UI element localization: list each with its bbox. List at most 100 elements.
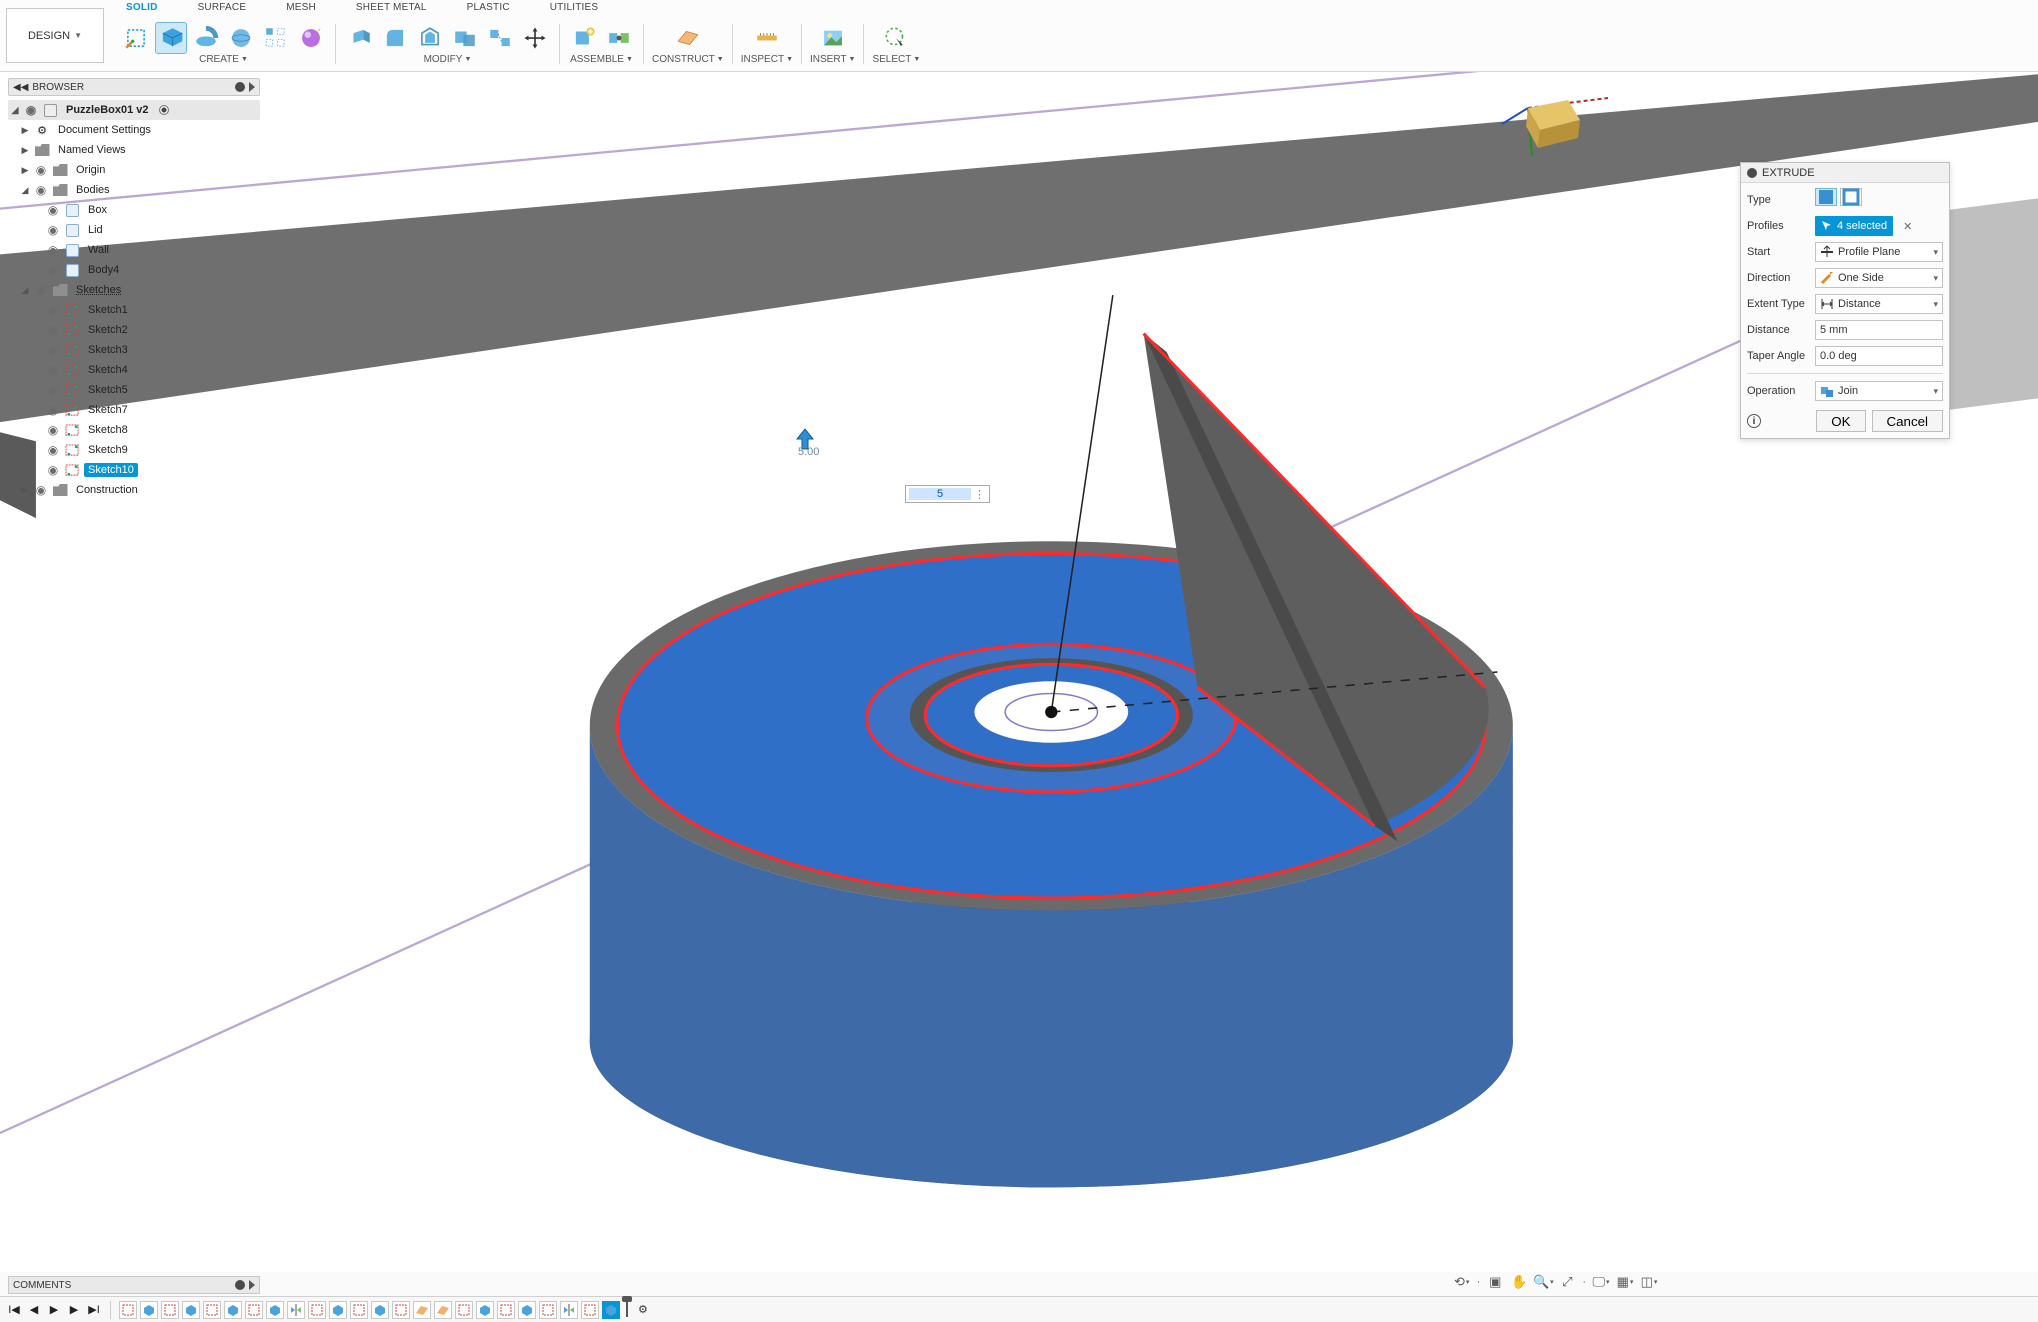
- tree-row[interactable]: ◉Body4: [8, 260, 260, 280]
- timeline-feature[interactable]: [371, 1301, 389, 1319]
- fit-icon[interactable]: ⤢: [1558, 1273, 1576, 1291]
- timeline-feature[interactable]: [455, 1301, 473, 1319]
- extrude-type-solid[interactable]: [1815, 188, 1837, 206]
- tree-row[interactable]: ◉Sketch3: [8, 340, 260, 360]
- chevron-right-icon[interactable]: ▶: [20, 125, 30, 136]
- measure-icon[interactable]: [751, 22, 783, 54]
- workspace-switcher[interactable]: DESIGN ▼: [6, 8, 104, 63]
- on-canvas-input-menu-icon[interactable]: ⋮: [974, 488, 986, 501]
- operation-dropdown[interactable]: Join: [1815, 381, 1943, 401]
- on-canvas-distance-input[interactable]: 5 ⋮: [905, 485, 990, 503]
- timeline-feature[interactable]: [539, 1301, 557, 1319]
- on-canvas-distance-value[interactable]: 5: [909, 488, 971, 500]
- timeline-feature[interactable]: [308, 1301, 326, 1319]
- extrude-panel-title[interactable]: EXTRUDE: [1741, 163, 1949, 183]
- timeline-feature[interactable]: [581, 1301, 599, 1319]
- move-icon[interactable]: [519, 22, 551, 54]
- tab-utilities[interactable]: UTILITIES: [550, 2, 598, 13]
- revolve-icon[interactable]: [190, 22, 222, 54]
- visibility-icon[interactable]: ◉: [34, 183, 48, 197]
- comments-pin-icon[interactable]: [235, 1280, 245, 1290]
- insert-decal-icon[interactable]: [817, 22, 849, 54]
- combine-icon[interactable]: [449, 22, 481, 54]
- timeline-feature[interactable]: [119, 1301, 137, 1319]
- visibility-icon[interactable]: ◉: [24, 103, 38, 117]
- viewport[interactable]: 5.00 5 ⋮ EXTRUDE Type Profiles 4 selecte…: [0, 72, 2038, 1272]
- timeline-feature[interactable]: [245, 1301, 263, 1319]
- direction-dropdown[interactable]: One Side: [1815, 268, 1943, 288]
- visibility-icon[interactable]: ◉: [46, 463, 60, 477]
- select-tool-icon[interactable]: [880, 22, 912, 54]
- chevron-down-icon[interactable]: ◢: [20, 185, 30, 196]
- tree-row[interactable]: ▶⚙Document Settings: [8, 120, 260, 140]
- timeline-feature[interactable]: [161, 1301, 179, 1319]
- collapse-icon[interactable]: [1747, 168, 1757, 178]
- pan-icon[interactable]: ✋: [1510, 1273, 1528, 1291]
- extrude-type-thin[interactable]: [1840, 188, 1862, 206]
- tree-row[interactable]: ◉Box: [8, 200, 260, 220]
- sphere-icon[interactable]: [225, 22, 257, 54]
- tree-row[interactable]: ◉Sketch1: [8, 300, 260, 320]
- timeline-feature[interactable]: [476, 1301, 494, 1319]
- tree-row[interactable]: ◉Sketch10: [8, 460, 260, 480]
- distance-input[interactable]: 5 mm: [1815, 320, 1943, 340]
- viewports-icon[interactable]: ◫: [1640, 1273, 1658, 1291]
- zoom-icon[interactable]: 🔍: [1534, 1273, 1552, 1291]
- tree-row[interactable]: ▶◉Construction: [8, 480, 260, 500]
- cancel-button[interactable]: Cancel: [1872, 410, 1944, 432]
- grid-settings-icon[interactable]: ▦: [1616, 1273, 1634, 1291]
- timeline-feature[interactable]: [203, 1301, 221, 1319]
- visibility-icon[interactable]: ◉: [46, 203, 60, 217]
- group-select[interactable]: SELECT▼: [872, 54, 920, 65]
- timeline-feature[interactable]: [140, 1301, 158, 1319]
- activate-radio[interactable]: [159, 105, 169, 115]
- tree-row[interactable]: ◉Sketch8: [8, 420, 260, 440]
- taper-input[interactable]: 0.0 deg: [1815, 346, 1943, 366]
- tree-row[interactable]: ◢◉Bodies: [8, 180, 260, 200]
- visibility-icon[interactable]: ◉: [46, 303, 60, 317]
- visibility-icon[interactable]: ◉: [46, 343, 60, 357]
- tree-row[interactable]: ▶◉Origin: [8, 160, 260, 180]
- ok-button[interactable]: OK: [1816, 410, 1865, 432]
- new-component-icon[interactable]: [568, 22, 600, 54]
- visibility-icon[interactable]: ◉: [46, 223, 60, 237]
- pattern-icon[interactable]: [260, 22, 292, 54]
- timeline-prev-icon[interactable]: ◀: [26, 1302, 42, 1318]
- orbit-icon[interactable]: ⟲: [1453, 1273, 1471, 1291]
- visibility-icon[interactable]: ◉: [46, 243, 60, 257]
- start-dropdown[interactable]: Profile Plane: [1815, 242, 1943, 262]
- tree-row[interactable]: ◢◉PuzzleBox01 v2: [8, 100, 260, 120]
- group-create[interactable]: CREATE▼: [199, 54, 248, 65]
- look-at-icon[interactable]: ▣: [1486, 1273, 1504, 1291]
- viewcube[interactable]: [1498, 78, 1618, 158]
- shell-icon[interactable]: [414, 22, 446, 54]
- tab-sheet-metal[interactable]: SHEET METAL: [356, 2, 427, 13]
- joint-icon[interactable]: [603, 22, 635, 54]
- timeline-settings-icon[interactable]: ⚙: [638, 1303, 648, 1316]
- visibility-icon[interactable]: ◉: [46, 403, 60, 417]
- visibility-icon[interactable]: ◉: [34, 483, 48, 497]
- fillet-icon[interactable]: [379, 22, 411, 54]
- chevron-down-icon[interactable]: ◢: [10, 105, 20, 116]
- visibility-icon[interactable]: ◉: [46, 363, 60, 377]
- tree-row[interactable]: ◢◉Sketches: [8, 280, 260, 300]
- display-settings-icon[interactable]: 🖵: [1592, 1273, 1610, 1291]
- timeline-feature[interactable]: [518, 1301, 536, 1319]
- group-insert[interactable]: INSERT▼: [810, 54, 855, 65]
- tree-row[interactable]: ▶Named Views: [8, 140, 260, 160]
- extrude-icon[interactable]: [155, 22, 187, 54]
- browser-expand-icon[interactable]: [249, 82, 255, 92]
- construct-plane-icon[interactable]: [672, 22, 704, 54]
- press-pull-icon[interactable]: [344, 22, 376, 54]
- timeline-feature[interactable]: [287, 1301, 305, 1319]
- visibility-icon[interactable]: ◉: [34, 283, 48, 297]
- tree-row[interactable]: ◉Lid: [8, 220, 260, 240]
- timeline-next-icon[interactable]: ▶: [66, 1302, 82, 1318]
- timeline-feature[interactable]: [329, 1301, 347, 1319]
- visibility-icon[interactable]: ◉: [46, 443, 60, 457]
- timeline-feature[interactable]: [413, 1301, 431, 1319]
- timeline-marker[interactable]: [624, 1299, 630, 1321]
- tree-row[interactable]: ◉Sketch5: [8, 380, 260, 400]
- timeline-end-icon[interactable]: ▶I: [86, 1302, 102, 1318]
- timeline-feature[interactable]: [182, 1301, 200, 1319]
